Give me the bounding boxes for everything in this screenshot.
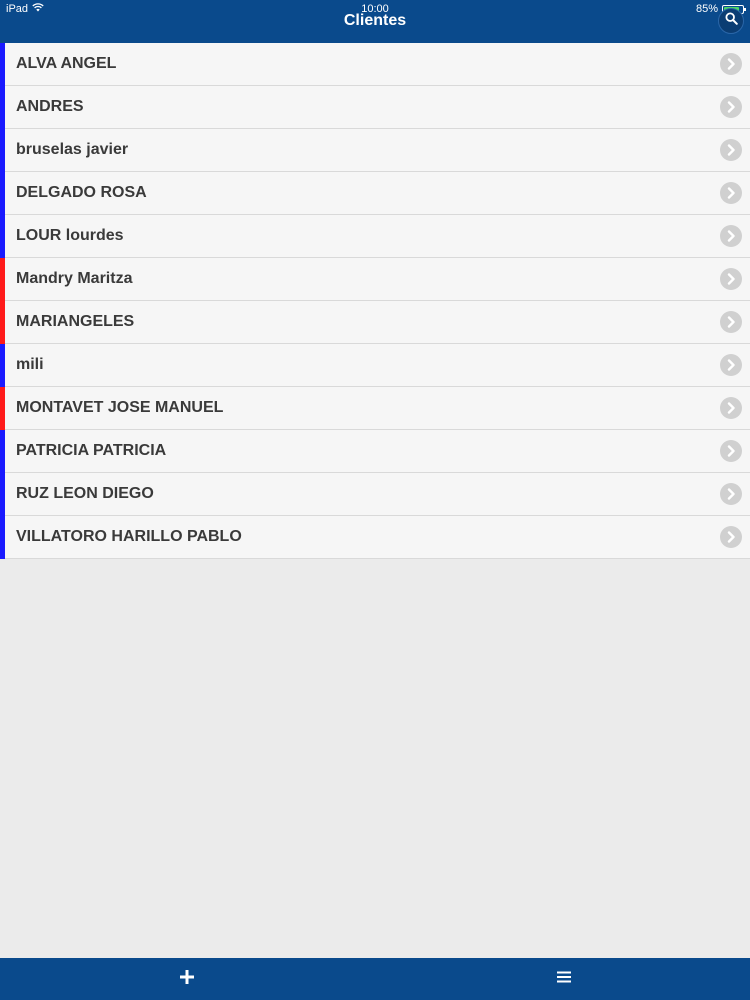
client-status-marker bbox=[0, 258, 5, 301]
client-row[interactable]: ANDRES bbox=[0, 86, 750, 129]
chevron-right-icon[interactable] bbox=[720, 182, 742, 204]
menu-button[interactable] bbox=[534, 958, 594, 1000]
client-name: bruselas javier bbox=[16, 141, 129, 158]
client-status-marker bbox=[0, 129, 5, 172]
client-status-marker bbox=[0, 516, 5, 559]
client-name: ANDRES bbox=[16, 98, 84, 115]
chevron-right-icon[interactable] bbox=[720, 526, 742, 548]
chevron-right-icon[interactable] bbox=[720, 96, 742, 118]
client-name: MARIANGELES bbox=[16, 313, 135, 330]
chevron-right-icon[interactable] bbox=[720, 483, 742, 505]
page-title: Clientes bbox=[343, 12, 407, 29]
client-status-marker bbox=[0, 43, 5, 86]
client-status-marker bbox=[0, 473, 5, 516]
client-row[interactable]: bruselas javier bbox=[0, 129, 750, 172]
client-row[interactable]: PATRICIA PATRICIA bbox=[0, 430, 750, 473]
client-row[interactable]: VILLATORO HARILLO PABLO bbox=[0, 516, 750, 559]
client-name: RUZ LEON DIEGO bbox=[16, 485, 154, 502]
client-row[interactable]: DELGADO ROSA bbox=[0, 172, 750, 215]
client-status-marker bbox=[0, 215, 5, 258]
client-status-marker bbox=[0, 86, 5, 129]
client-status-marker bbox=[0, 172, 5, 215]
client-name: LOUR lourdes bbox=[16, 227, 124, 244]
client-name: mili bbox=[16, 356, 44, 373]
client-name: ALVA ANGEL bbox=[16, 55, 117, 72]
client-name: Mandry Maritza bbox=[16, 270, 133, 287]
client-name: VILLATORO HARILLO PABLO bbox=[16, 528, 242, 545]
client-row[interactable]: LOUR lourdes bbox=[0, 215, 750, 258]
client-row[interactable]: RUZ LEON DIEGO bbox=[0, 473, 750, 516]
client-row[interactable]: Mandry Maritza bbox=[0, 258, 750, 301]
client-row[interactable]: ALVA ANGEL bbox=[0, 43, 750, 86]
client-list: ALVA ANGEL ANDRES bruselas javier DELGADO R… bbox=[0, 43, 750, 559]
app-window: iPad 10:00 85% Clientes ALVA ANGEL ANDRE… bbox=[0, 0, 750, 1000]
client-row[interactable]: MONTAVET JOSE MANUEL bbox=[0, 387, 750, 430]
bottom-toolbar bbox=[0, 958, 750, 1000]
chevron-right-icon[interactable] bbox=[720, 225, 742, 247]
chevron-right-icon[interactable] bbox=[720, 53, 742, 75]
navigation-bar: iPad 10:00 85% Clientes bbox=[0, 0, 750, 43]
client-name: PATRICIA PATRICIA bbox=[16, 442, 167, 459]
chevron-right-icon[interactable] bbox=[720, 354, 742, 376]
client-status-marker bbox=[0, 387, 5, 430]
client-name: DELGADO ROSA bbox=[16, 184, 147, 201]
chevron-right-icon[interactable] bbox=[720, 311, 742, 333]
hamburger-menu-icon bbox=[557, 970, 571, 988]
client-status-marker bbox=[0, 301, 5, 344]
chevron-right-icon[interactable] bbox=[720, 139, 742, 161]
client-status-marker bbox=[0, 430, 5, 473]
search-button[interactable] bbox=[718, 8, 744, 34]
chevron-right-icon[interactable] bbox=[720, 397, 742, 419]
plus-icon bbox=[180, 969, 194, 989]
client-status-marker bbox=[0, 344, 5, 387]
client-row[interactable]: mili bbox=[0, 344, 750, 387]
chevron-right-icon[interactable] bbox=[720, 440, 742, 462]
chevron-right-icon[interactable] bbox=[720, 268, 742, 290]
add-client-button[interactable] bbox=[157, 958, 217, 1000]
client-row[interactable]: MARIANGELES bbox=[0, 301, 750, 344]
search-icon bbox=[724, 12, 738, 30]
client-name: MONTAVET JOSE MANUEL bbox=[16, 399, 224, 416]
